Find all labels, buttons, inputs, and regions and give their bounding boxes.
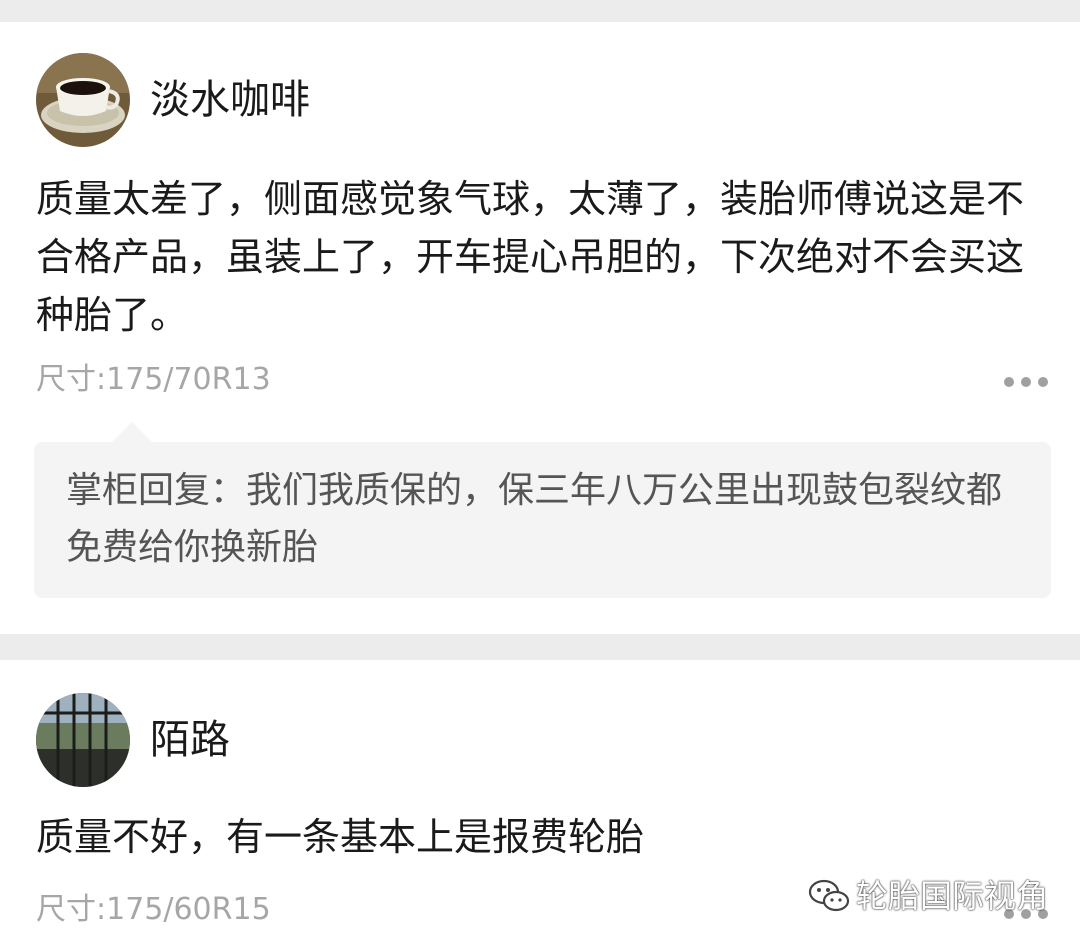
tire-size-label: 尺寸:175/60R15: [36, 892, 271, 927]
username[interactable]: 淡水咖啡: [150, 76, 310, 124]
tire-size-label: 尺寸:175/70R13: [36, 362, 271, 397]
review-text: 质量太差了，侧面感觉象气球，太薄了，装胎师傅说这是不合格产品，虽装上了，开车提心…: [36, 177, 1025, 337]
username[interactable]: 陌路: [150, 716, 230, 764]
coffee-cup-avatar-image: [36, 53, 130, 147]
dot: [1038, 377, 1048, 387]
review-card: 淡水咖啡 质量太差了，侧面感觉象气球，太薄了，装胎师傅说这是不合格产品，虽装上了…: [0, 22, 1080, 634]
reply-pointer: [110, 422, 154, 444]
watermark: 轮胎国际视角: [808, 876, 1048, 916]
watermark-text: 轮胎国际视角: [855, 877, 1048, 915]
avatar[interactable]: [36, 693, 130, 787]
dot: [1004, 377, 1014, 387]
review-text: 质量不好，有一条基本上是报费轮胎: [36, 815, 645, 859]
avatar[interactable]: [36, 53, 130, 147]
window-bars-avatar-image: [36, 693, 130, 787]
seller-reply: 掌柜回复：我们我质保的，保三年八万公里出现鼓包裂纹都免费给你换新胎: [34, 442, 1051, 598]
seller-reply-text: 掌柜回复：我们我质保的，保三年八万公里出现鼓包裂纹都免费给你换新胎: [66, 470, 1003, 568]
more-options-icon[interactable]: [1004, 376, 1048, 388]
dot: [1021, 377, 1031, 387]
wechat-icon: [808, 879, 850, 912]
